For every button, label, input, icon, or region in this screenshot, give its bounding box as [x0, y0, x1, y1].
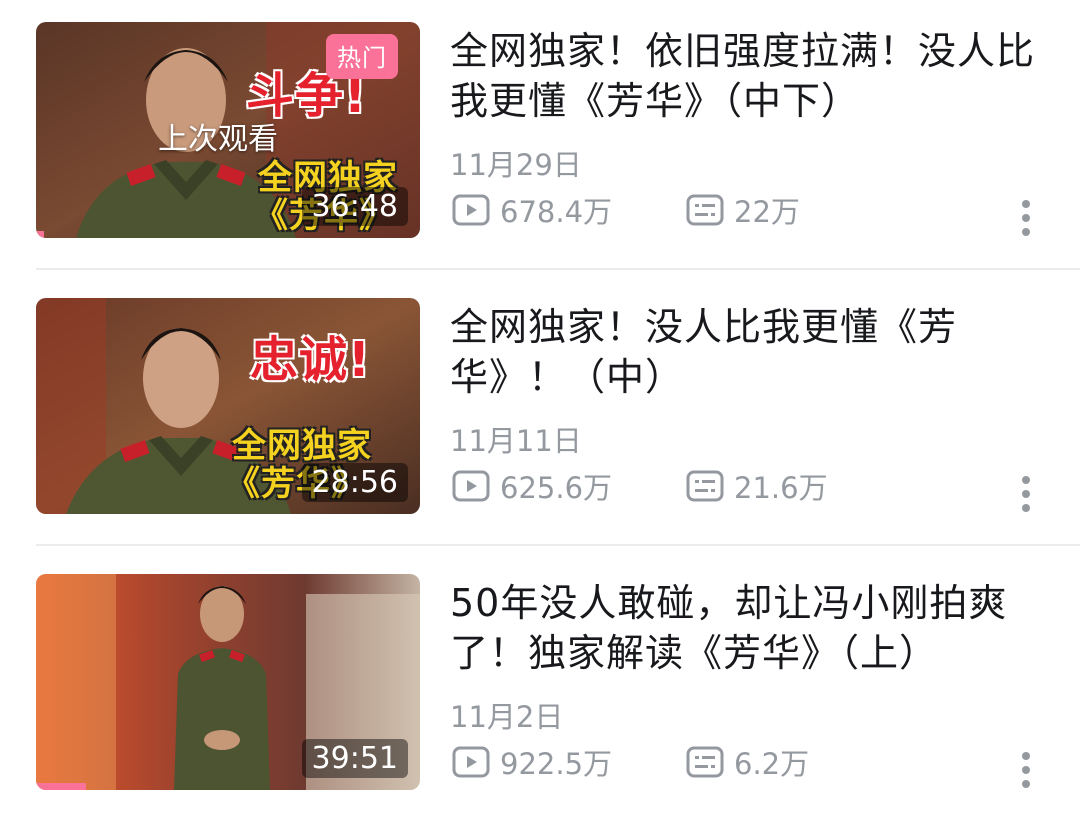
hot-badge: 热门 — [326, 34, 398, 79]
more-vertical-icon[interactable] — [1012, 198, 1040, 238]
video-duration: 39:51 — [301, 739, 408, 778]
video-duration: 36:48 — [301, 187, 408, 226]
video-thumbnail[interactable]: 39:51 — [36, 574, 420, 790]
view-count: 678.4万 — [452, 190, 612, 230]
video-thumbnail[interactable]: 斗争! 全网独家 《芳华》 热门 上次观看 36:48 — [36, 22, 420, 238]
danmaku-count: 21.6万 — [686, 466, 828, 506]
danmaku-count-icon — [686, 746, 724, 778]
video-thumbnail[interactable]: 忠诚! 全网独家 《芳华》 28:56 — [36, 298, 420, 514]
danmaku-count-icon — [686, 470, 724, 502]
danmaku-count: 22万 — [686, 190, 800, 230]
view-count: 625.6万 — [452, 466, 612, 506]
video-date: 11月29日 — [450, 148, 582, 182]
video-title[interactable]: 50年没人敢碰，却让冯小刚拍爽了！独家解读《芳华》（上） — [450, 578, 1050, 678]
play-count-icon — [452, 194, 490, 226]
last-watched-label: 上次观看 — [158, 122, 278, 157]
view-count-value: 625.6万 — [500, 471, 613, 505]
danmaku-count-value: 21.6万 — [734, 471, 828, 505]
view-count-value: 922.5万 — [500, 747, 613, 781]
danmaku-count-icon — [686, 194, 724, 226]
video-card[interactable]: 斗争! 全网独家 《芳华》 热门 上次观看 36:48 全网独家！依旧强度拉满！… — [0, 0, 1080, 276]
video-title[interactable]: 全网独家！没人比我更懂《芳华》！（中） — [450, 302, 1050, 402]
play-count-icon — [452, 746, 490, 778]
video-card[interactable]: 忠诚! 全网独家 《芳华》 28:56 全网独家！没人比我更懂《芳华》！（中） … — [0, 276, 1080, 552]
thumbnail-overlay-title: 忠诚! — [250, 332, 371, 388]
video-title[interactable]: 全网独家！依旧强度拉满！没人比我更懂《芳华》（中下） — [450, 26, 1050, 126]
view-count-value: 678.4万 — [500, 195, 613, 229]
video-date: 11月11日 — [450, 424, 582, 458]
divider — [36, 268, 1080, 270]
watch-progress-bar — [36, 231, 44, 238]
watch-progress-bar — [36, 783, 86, 790]
video-date: 11月2日 — [450, 700, 564, 734]
view-count: 922.5万 — [452, 742, 612, 782]
video-card[interactable]: 39:51 50年没人敢碰，却让冯小刚拍爽了！独家解读《芳华》（上） 11月2日… — [0, 552, 1080, 828]
more-vertical-icon[interactable] — [1012, 474, 1040, 514]
play-count-icon — [452, 470, 490, 502]
danmaku-count-value: 22万 — [734, 195, 800, 229]
danmaku-count: 6.2万 — [686, 742, 809, 782]
video-duration: 28:56 — [301, 463, 408, 502]
video-list: 斗争! 全网独家 《芳华》 热门 上次观看 36:48 全网独家！依旧强度拉满！… — [0, 0, 1080, 820]
danmaku-count-value: 6.2万 — [734, 747, 810, 781]
more-vertical-icon[interactable] — [1012, 750, 1040, 790]
divider — [36, 544, 1080, 546]
